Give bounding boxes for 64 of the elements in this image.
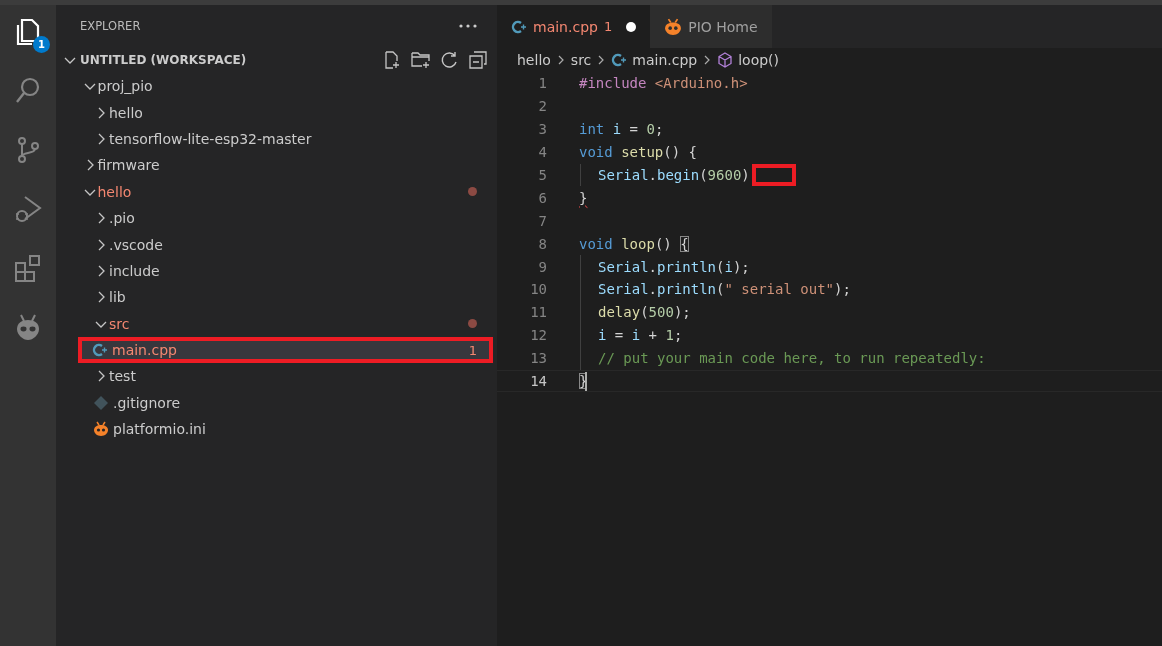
collapse-all-icon[interactable] [469,51,487,69]
platformio-icon[interactable] [14,312,42,342]
problem-count: 1 [468,342,477,358]
tree-item[interactable]: test [56,363,497,390]
tree-item[interactable]: hello [56,99,497,126]
cpp-file-icon [92,342,108,359]
more-icon[interactable] [459,24,477,28]
line-number: 9 [537,258,547,275]
tree-item[interactable]: main.cpp 1 [78,336,493,364]
code-line: } [579,189,588,206]
editor-tab[interactable]: PIO Home [650,5,772,48]
line-number: 1 [537,75,547,92]
line-number: 10 [529,281,547,298]
run-debug-icon[interactable] [14,194,42,224]
code-line: Serial.println(i); [580,255,750,278]
breadcrumb[interactable]: hello [517,52,551,68]
tree-item[interactable]: .pio [56,204,497,232]
notification-badge: 1 [33,36,50,53]
tree-item[interactable]: hello [56,178,497,205]
line-number: 2 [537,98,547,115]
line-number: 4 [537,144,547,161]
workspace-header[interactable]: UNTITLED (WORKSPACE) [56,47,497,73]
tree-item[interactable]: tensorflow-lite-esp32-master [56,125,497,153]
tree-item[interactable]: src [56,310,497,337]
diamond-icon [93,394,109,411]
code-line: void loop() { [579,235,689,252]
editor-tab[interactable]: main.cpp 1 [497,5,651,48]
code-line: Serial.begin(9600) [580,163,750,187]
line-number: 13 [529,350,547,367]
code-line: i = i + 1; [580,323,683,347]
sidebar-title: EXPLORER [80,19,141,33]
extensions-icon[interactable] [14,253,42,283]
tree-item[interactable]: include [56,257,497,285]
tree-item[interactable]: platformio.ini [56,416,497,443]
refresh-icon[interactable] [441,51,459,69]
tree-item[interactable]: proj_pio [56,73,497,100]
cpp-file-icon [511,18,527,35]
tree-item[interactable]: .vscode [56,231,497,258]
cpp-file-icon [611,52,628,68]
code-line: // put your main code here, to run repeatedly: [580,346,986,370]
code-line: int i = 0; [579,121,664,138]
breadcrumb[interactable]: loop() [717,52,780,68]
new-folder-icon[interactable] [411,51,431,69]
tree-item[interactable]: lib [56,284,497,311]
code-line: Serial.println(" serial out"); [580,278,851,301]
tree-item[interactable]: firmware [56,152,497,179]
breadcrumb[interactable]: main.cpp [611,52,698,68]
line-number: 3 [537,121,547,138]
new-file-icon[interactable] [383,51,401,69]
alien-icon [664,17,683,36]
line-number: 14 [529,373,547,389]
line-number: 12 [529,327,547,344]
breadcrumb[interactable]: src [570,52,592,68]
alien-icon [93,421,109,438]
code-line: void setup() { [579,144,697,161]
cube-icon [717,52,734,68]
code-line: #include <Arduino.h> [579,75,748,92]
line-number: 7 [537,212,547,229]
line-number: 11 [529,304,547,321]
line-number: 8 [537,235,547,252]
code-line: delay(500); [580,300,691,324]
line-number: 6 [537,189,547,206]
tree-item[interactable]: .gitignore [56,389,497,417]
line-number: 5 [537,167,547,183]
